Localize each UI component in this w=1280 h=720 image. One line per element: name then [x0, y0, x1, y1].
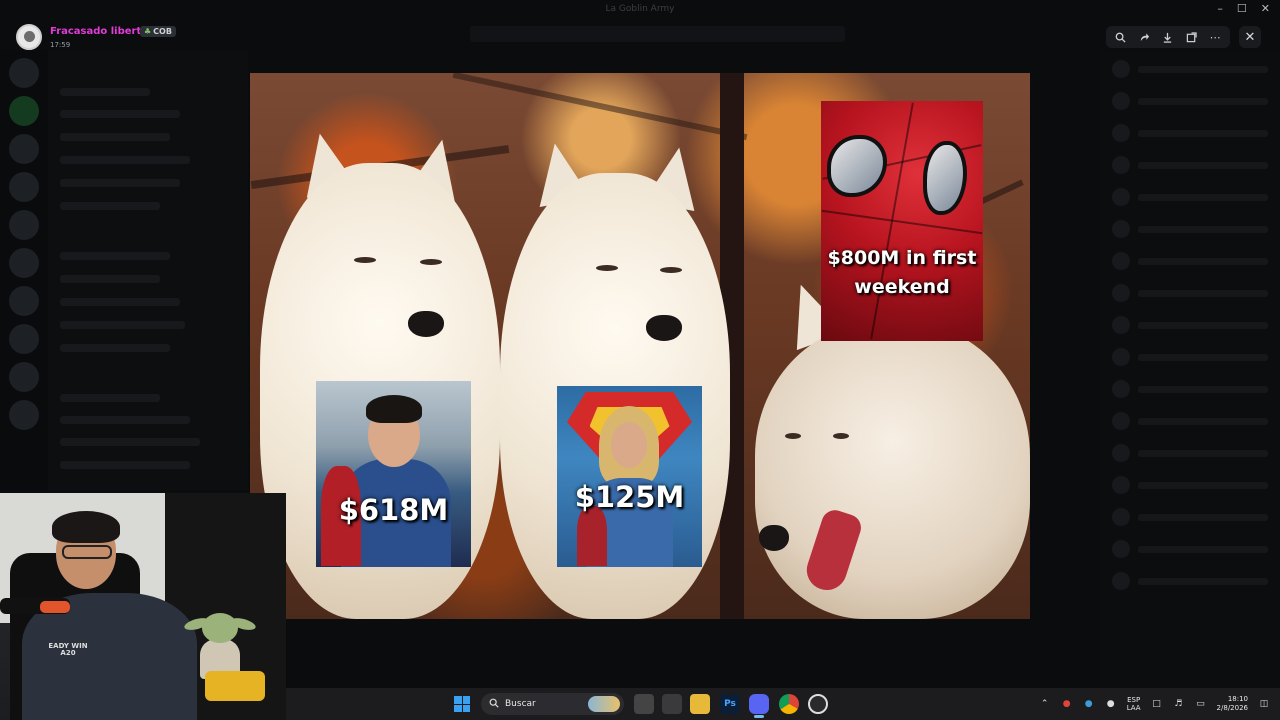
- task-view-icon[interactable]: [634, 694, 654, 714]
- search-highlight-image: [588, 696, 620, 712]
- shield-icon[interactable]: ●: [1083, 698, 1095, 710]
- language-indicator[interactable]: ESP LAA: [1127, 696, 1141, 713]
- sprout-icon: ♣: [144, 27, 152, 36]
- image-toolbar: ⋯: [1106, 26, 1230, 48]
- microphone-icon[interactable]: ●: [1105, 698, 1117, 710]
- volume-icon[interactable]: ♬: [1173, 698, 1185, 710]
- taskbar-search[interactable]: Buscar: [481, 693, 624, 715]
- spiderman-label-line2: weekend: [854, 276, 950, 298]
- discord-icon[interactable]: [749, 694, 769, 714]
- server-tag-badge: ♣ COB: [140, 26, 176, 37]
- battery-icon[interactable]: ▭: [1195, 698, 1207, 710]
- streamer-webcam: EADY WIN A20: [0, 493, 286, 720]
- phone-link-icon[interactable]: [662, 694, 682, 714]
- minimize-button[interactable]: –: [1217, 2, 1223, 15]
- hoodie-print: EADY WIN A20: [48, 642, 88, 657]
- search-placeholder: Buscar: [505, 699, 536, 709]
- meme-image[interactable]: $618M $125M $800M in first weekend: [250, 73, 1030, 619]
- tray-app-icon[interactable]: ●: [1061, 698, 1073, 710]
- server-rail: [0, 50, 48, 490]
- windows-start-icon[interactable]: [454, 696, 470, 712]
- taskbar-clock[interactable]: 18:10 2/8/2026: [1217, 695, 1248, 713]
- notification-icon[interactable]: ◫: [1258, 698, 1270, 710]
- supergirl-box-office-label: $125M: [574, 480, 685, 514]
- maximize-button[interactable]: ☐: [1237, 2, 1247, 15]
- open-external-icon[interactable]: [1183, 28, 1201, 46]
- uploader-name[interactable]: Fracasado libert...: [50, 26, 153, 37]
- network-icon[interactable]: □: [1151, 698, 1163, 710]
- superman-box-office-label: $618M: [338, 493, 449, 527]
- windows-taskbar: Buscar Ps ⌃ ● ● ● ESP LAA □ ♬ ▭ 18:10 2/…: [286, 688, 1280, 720]
- search-icon: [489, 698, 499, 711]
- system-tray: ⌃ ● ● ● ESP LAA □ ♬ ▭ 18:10 2/8/2026 ◫: [1039, 688, 1270, 720]
- chrome-icon[interactable]: [779, 694, 799, 714]
- spiderman-poster: $800M in first weekend: [821, 101, 983, 341]
- close-icon[interactable]: ✕: [1239, 26, 1261, 48]
- image-viewer-header: La Goblin Army – ☐ ✕ Fracasado libert...…: [0, 0, 1280, 50]
- chevron-up-icon[interactable]: ⌃: [1039, 698, 1051, 710]
- photoshop-icon[interactable]: Ps: [720, 694, 740, 714]
- superman-poster: $618M: [316, 381, 471, 567]
- server-tag-label: COB: [153, 27, 172, 36]
- window-title: La Goblin Army: [605, 4, 675, 14]
- supergirl-poster: $125M: [557, 386, 702, 567]
- window-close-button[interactable]: ✕: [1261, 2, 1270, 15]
- upload-timestamp: 17:59: [50, 41, 71, 49]
- obs-icon[interactable]: [808, 694, 828, 714]
- avatar[interactable]: [16, 24, 42, 50]
- member-list: [1100, 50, 1280, 690]
- window-controls: – ☐ ✕: [1217, 2, 1270, 15]
- more-icon[interactable]: ⋯: [1206, 28, 1224, 46]
- spiderman-label-line1: $800M in first: [827, 247, 977, 269]
- download-icon[interactable]: [1159, 28, 1177, 46]
- forward-icon[interactable]: [1135, 28, 1153, 46]
- file-explorer-icon[interactable]: [690, 694, 710, 714]
- zoom-in-icon[interactable]: [1112, 28, 1130, 46]
